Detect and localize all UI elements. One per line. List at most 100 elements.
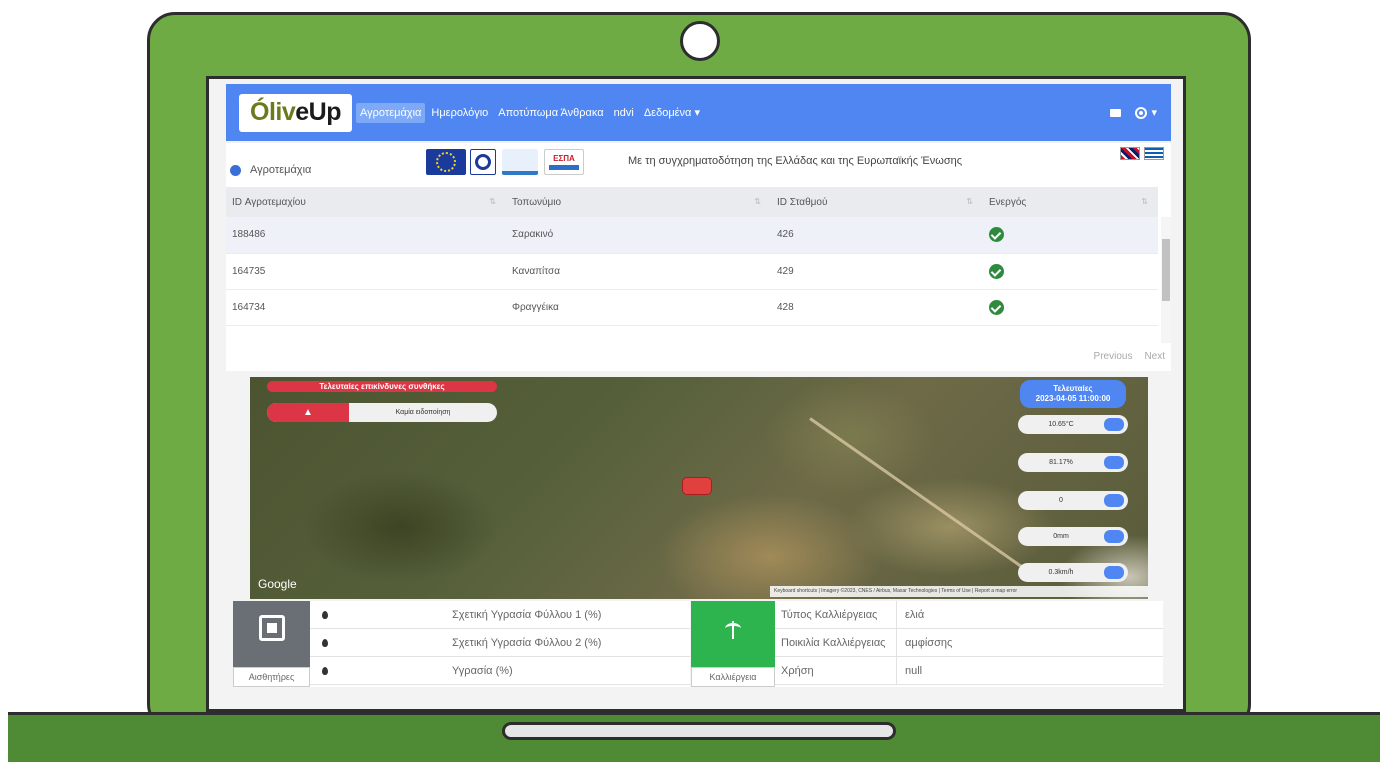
cell-station-id: 426 (777, 229, 794, 241)
rain-metric: 0mm (1018, 527, 1128, 546)
scrollbar-thumb[interactable] (1162, 239, 1170, 301)
cell-parcel-id: 188486 (232, 229, 266, 241)
sensor-row: Υγρασία (%) (310, 657, 690, 685)
program-logo (502, 149, 538, 175)
sensors-tile[interactable]: Αισθητήρες (233, 601, 310, 687)
parcels-table: ID Αγροτεμαχίου ⇅ Τοπωνύμιο ⇅ ID Σταθμού ⇅ … (226, 187, 1158, 326)
crop-row: Χρήση null (775, 657, 1163, 685)
crop-key: Ποικιλία Καλλιέργειας (775, 629, 897, 656)
nav-item-calendar[interactable]: Ημερολόγιο (427, 103, 492, 123)
breadcrumb: Αγροτεμάχια (250, 164, 312, 176)
nav-item-data-dropdown[interactable]: Δεδομένα ▾ (640, 102, 704, 123)
table-row[interactable]: 164735 Καναπίτσα 429 (226, 253, 1158, 289)
cell-active (983, 253, 1158, 289)
logo-text-part2: eUp (295, 98, 341, 126)
sensor-label: Σχετική Υγρασία Φύλλου 1 (%) (452, 608, 602, 621)
nav-item-ndvi[interactable]: ndvi (610, 103, 638, 123)
crop-tile[interactable]: Καλλιέργεια (691, 601, 775, 687)
wind-metric: 0.3km/h (1018, 563, 1128, 582)
funding-text: Με τη συγχρηματοδότηση της Ελλάδας και τ… (628, 155, 963, 167)
thermometer-icon (1104, 418, 1124, 431)
oliveup-logo[interactable]: Óliv eUp (239, 93, 352, 132)
cell-place: Φραγγέικα (512, 301, 559, 313)
cell-station-id: 428 (777, 301, 794, 313)
col-header-place[interactable]: Τοπωνύμιο ⇅ (506, 187, 771, 217)
cell-parcel-id: 164735 (232, 265, 266, 277)
cell-place: Σαρακινό (512, 229, 554, 241)
top-navbar: Óliv eUp Αγροτεμάχια Ημερολόγιο Αποτύπωμα… (226, 84, 1171, 141)
cell-active (983, 217, 1158, 253)
col-header-active[interactable]: Ενεργός ⇅ (983, 187, 1158, 217)
sensor-row: Σχετική Υγρασία Φύλλου 2 (%) (310, 629, 690, 657)
subheader: Αγροτεμάχια ΕΣΠΑ Με τη συγχρηματοδότηση … (226, 143, 1171, 187)
chip-icon (259, 615, 285, 641)
sensors-list: Σχετική Υγρασία Φύλλου 1 (%) Σχετική Υγρ… (310, 601, 690, 687)
wind-icon (1104, 566, 1124, 579)
table-scrollbar[interactable] (1161, 217, 1171, 343)
next-page-button[interactable]: Next (1144, 351, 1165, 362)
droplet-icon (322, 638, 328, 647)
crop-key: Χρήση (775, 657, 897, 684)
sort-icon[interactable]: ⇅ (489, 197, 496, 206)
crop-value: ελιά (905, 608, 925, 621)
sort-icon[interactable]: ⇅ (1141, 197, 1148, 206)
logo-text-part1: Óliv (250, 98, 296, 126)
col-header-parcel-id[interactable]: ID Αγροτεμαχίου ⇅ (226, 187, 506, 217)
map-road (809, 417, 1024, 569)
cell-parcel-id: 164734 (232, 301, 266, 313)
crop-tile-label: Καλλιέργεια (691, 667, 775, 687)
sensor-label: Σχετική Υγρασία Φύλλου 2 (%) (452, 636, 602, 649)
table-header-row: ID Αγροτεμαχίου ⇅ Τοπωνύμιο ⇅ ID Σταθμού ⇅ … (226, 187, 1158, 217)
laptop-illustration: Óliv eUp Αγροτεμάχια Ημερολόγιο Αποτύπωμα… (0, 0, 1388, 762)
nav-item-carbon-footprint[interactable]: Αποτύπωμα Άνθρακα (494, 103, 607, 123)
sensors-tile-label: Αισθητήρες (233, 667, 310, 687)
temperature-metric: 10.65°C (1018, 415, 1128, 434)
crop-info-list: Τύπος Καλλιέργειας ελιά Ποικιλία Καλλιέργ… (775, 601, 1163, 687)
rain-cloud-icon (1104, 530, 1124, 543)
crop-row: Ποικιλία Καλλιέργειας αμφίσσης (775, 629, 1163, 657)
dew-metric: 0 (1018, 491, 1128, 510)
espa-label: ΕΣΠΑ (553, 154, 575, 163)
user-icon (1135, 106, 1148, 119)
crop-key: Τύπος Καλλιέργειας (775, 601, 897, 628)
check-circle-icon (989, 263, 1004, 279)
webcam-icon (680, 21, 720, 61)
google-logo: Google (258, 577, 297, 591)
mail-icon[interactable] (1110, 108, 1122, 117)
sort-icon[interactable]: ⇅ (754, 197, 761, 206)
latest-title: Τελευταίες (1053, 384, 1093, 393)
sort-icon[interactable]: ⇅ (966, 197, 973, 206)
droplet-icon (322, 666, 328, 675)
table-row[interactable]: 164734 Φραγγέικα 428 (226, 289, 1158, 325)
globe-icon (230, 165, 241, 176)
col-header-station-id[interactable]: ID Σταθμού ⇅ (771, 187, 983, 217)
cell-place: Καναπίτσα (512, 265, 560, 277)
check-circle-icon (989, 299, 1004, 315)
crop-row: Τύπος Καλλιέργειας ελιά (775, 601, 1163, 629)
droplet-icon (322, 610, 328, 619)
alert-title: Τελευταίες επικίνδυνες συνθήκες (267, 381, 497, 392)
cell-station-id: 429 (777, 265, 794, 277)
crop-value: αμφίσσης (905, 636, 953, 649)
map-attribution[interactable]: Keyboard shortcuts | Imagery ©2023, CNES… (770, 586, 1148, 597)
crop-value: null (905, 664, 923, 677)
nav-right: ▾ (1110, 106, 1157, 119)
latest-time: 2023-04-05 11:00:00 (1035, 394, 1111, 403)
parcel-polygon[interactable] (682, 477, 712, 495)
espa-logo: ΕΣΠΑ (544, 149, 584, 175)
previous-page-button[interactable]: Previous (1094, 351, 1133, 362)
eu-flag-logo (426, 149, 466, 175)
droplet-icon (1104, 456, 1124, 469)
droplets-icon (1104, 494, 1124, 507)
nav-item-parcels[interactable]: Αγροτεμάχια (356, 102, 426, 123)
sprout-icon (723, 619, 743, 639)
alert-box: ▲ Καμία ειδοποίηση (267, 403, 497, 422)
satellite-map[interactable]: Τελευταίες επικίνδυνες συνθήκες ▲ Καμία … (250, 377, 1148, 599)
user-caret-icon: ▾ (1151, 107, 1157, 119)
humidity-metric: 81.17% (1018, 453, 1128, 472)
latest-reading-badge: Τελευταίες 2023-04-05 11:00:00 (1020, 380, 1126, 408)
user-menu[interactable]: ▾ (1135, 106, 1157, 119)
greek-flag-icon[interactable] (1144, 147, 1164, 160)
english-flag-icon[interactable] (1120, 147, 1140, 160)
table-row[interactable]: 188486 Σαρακινό 426 (226, 217, 1158, 253)
